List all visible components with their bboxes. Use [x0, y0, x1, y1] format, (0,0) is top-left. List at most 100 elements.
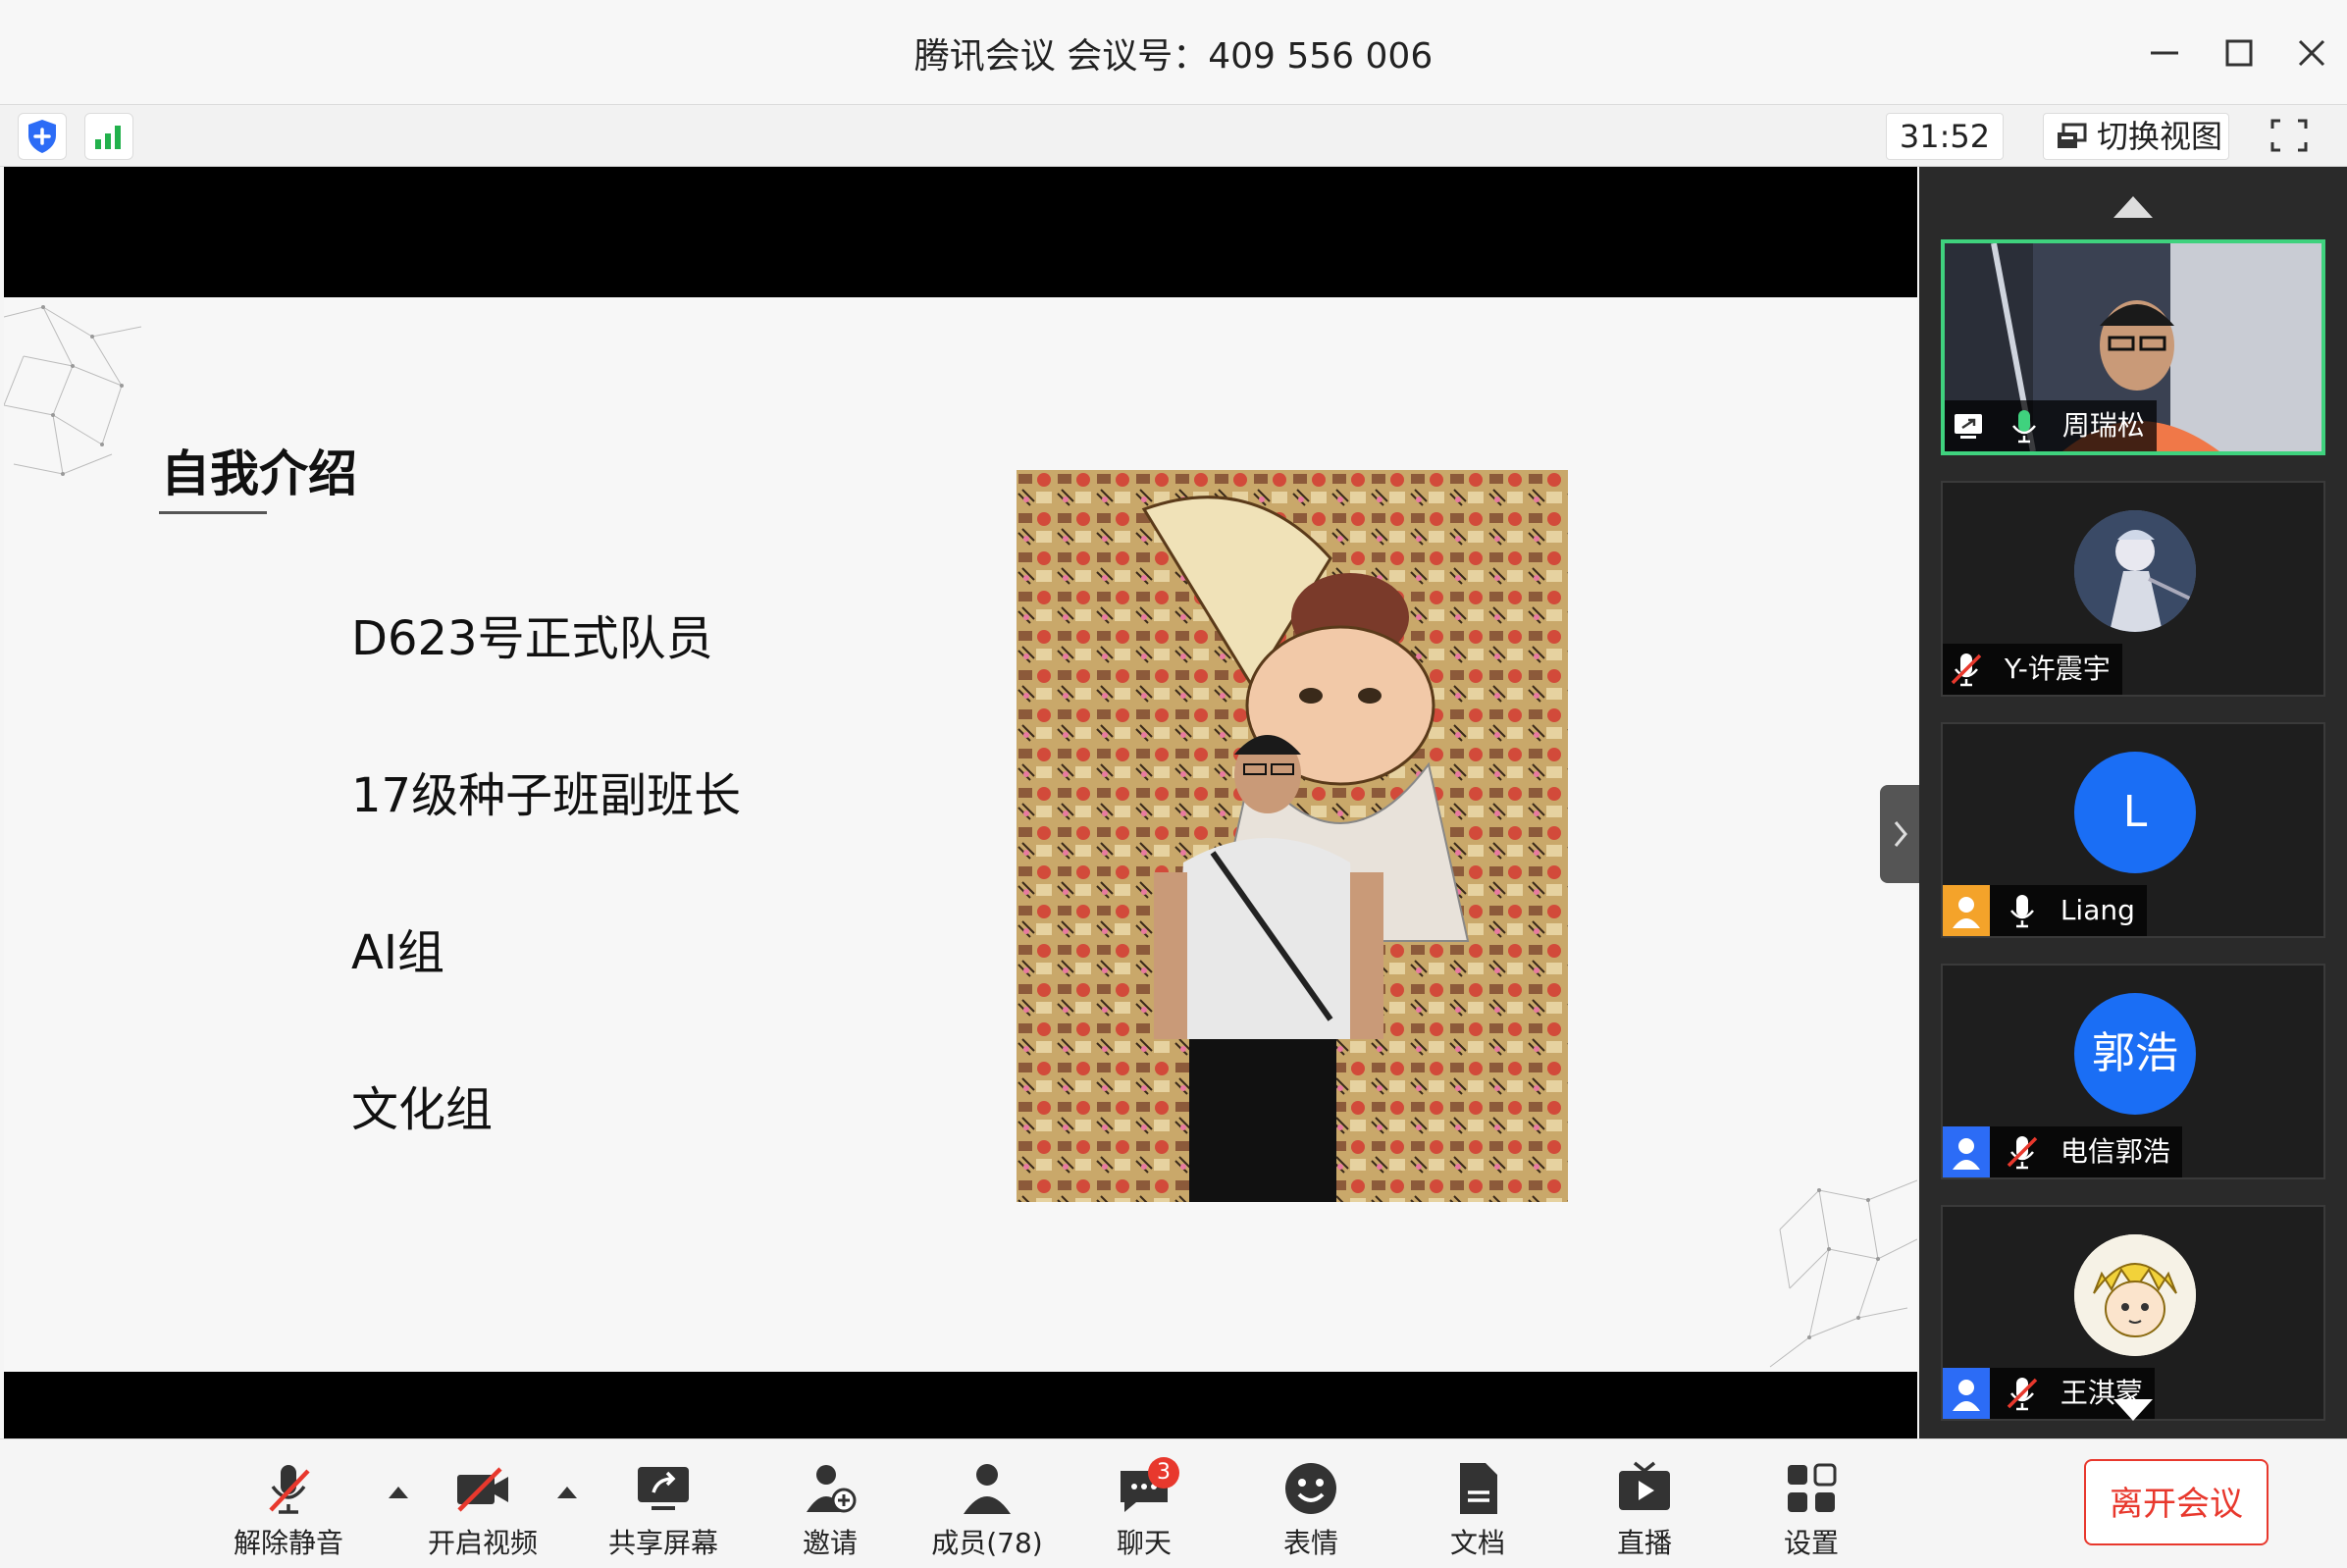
network-decoration-icon — [4, 305, 142, 476]
leave-meeting-button[interactable]: 离开会议 — [2084, 1459, 2269, 1545]
slide-title: 自我介绍 — [161, 445, 357, 502]
cartoon-avatar-icon — [2074, 1234, 2196, 1356]
network-signal-button[interactable] — [84, 113, 133, 160]
user-icon — [1943, 1368, 1990, 1419]
participant-tile[interactable]: 周瑞松 — [1941, 239, 2325, 455]
user-icon — [964, 1464, 1011, 1514]
expand-panel-button[interactable] — [1880, 785, 1921, 883]
avatar — [2074, 1234, 2196, 1356]
chevron-right-icon — [1894, 821, 1907, 847]
fullscreen-button[interactable] — [2265, 113, 2314, 158]
avatar — [2074, 510, 2196, 632]
participant-name: 电信郭浩 — [2060, 1135, 2170, 1168]
scroll-up-button[interactable] — [2110, 192, 2157, 222]
settings-button[interactable]: 设置 — [1752, 1457, 1870, 1559]
close-icon — [2298, 39, 2325, 67]
participant-tile[interactable]: Y-许震宇 — [1941, 481, 2325, 697]
slide-photo — [1017, 470, 1568, 1202]
avatar: 郭浩 — [2074, 993, 2196, 1115]
video-options-caret-icon[interactable] — [553, 1481, 581, 1502]
shared-screen-area: 自我介绍 D623号正式队员 17级种子班副班长 AI组 文化组 — [4, 167, 1921, 1438]
live-stream-button[interactable]: 直播 — [1586, 1457, 1703, 1559]
meeting-toolbar: 31:52 切换视图 — [0, 105, 2347, 167]
anime-avatar-icon — [2074, 510, 2196, 632]
live-stream-label: 直播 — [1616, 1527, 1672, 1559]
participant-tile[interactable]: 郭浩 电信郭浩 — [1941, 964, 2325, 1179]
camera-off-icon — [457, 1467, 508, 1512]
slide-bullet: D623号正式队员 — [351, 611, 713, 666]
document-icon — [1460, 1463, 1497, 1514]
maximize-icon — [2225, 39, 2253, 67]
documents-button[interactable]: 文档 — [1419, 1457, 1537, 1559]
start-video-button[interactable]: 开启视频 — [424, 1457, 542, 1559]
grid-settings-icon — [1788, 1463, 1837, 1512]
microphone-muted-icon — [1943, 644, 1990, 695]
participants-video-panel: 周瑞松 Y-许震宇 L Liang 郭浩 电信郭浩 王淇蒙 — [1919, 167, 2347, 1438]
participant-tile[interactable]: L Liang — [1941, 722, 2325, 938]
microphone-on-icon — [2001, 400, 2048, 451]
chat-unread-badge: 3 — [1148, 1457, 1179, 1489]
triangle-down-icon — [2113, 1399, 2153, 1421]
fullscreen-icon — [2270, 119, 2308, 152]
chat-label: 聊天 — [1116, 1527, 1172, 1559]
microphone-muted-icon — [1999, 1368, 2046, 1419]
start-video-label: 开启视频 — [427, 1527, 538, 1559]
settings-label: 设置 — [1783, 1527, 1839, 1559]
chat-button[interactable]: 3 聊天 — [1085, 1457, 1203, 1559]
members-label: 成员(78) — [931, 1527, 1043, 1559]
avatar: L — [2074, 752, 2196, 873]
security-button[interactable] — [18, 113, 67, 160]
meeting-control-bar: 解除静音 开启视频 共享屏幕 邀请 成员(78) 3 聊天 表情 文档 直播 设… — [0, 1438, 2347, 1568]
scroll-down-button[interactable] — [2110, 1395, 2157, 1425]
meeting-timer: 31:52 — [1886, 113, 2004, 160]
audio-options-caret-icon[interactable] — [385, 1481, 412, 1502]
participant-name: Liang — [2060, 894, 2135, 926]
members-button[interactable]: 成员(78) — [928, 1457, 1046, 1559]
unmute-button[interactable]: 解除静音 — [230, 1457, 347, 1559]
portrait-photo-icon — [1017, 470, 1568, 1202]
participant-name-bar: 电信郭浩 — [1943, 1126, 2182, 1177]
live-stream-icon — [1619, 1461, 1670, 1510]
microphone-on-icon — [1999, 885, 2046, 936]
participant-tile[interactable]: 王淇蒙 — [1941, 1205, 2325, 1421]
participant-name-bar: Liang — [1943, 885, 2147, 936]
minimize-icon — [2151, 51, 2178, 55]
reactions-button[interactable]: 表情 — [1252, 1457, 1370, 1559]
title-bar: 腾讯会议 会议号：409 556 006 — [0, 0, 2347, 105]
share-screen-icon — [638, 1467, 689, 1510]
close-button[interactable] — [2292, 33, 2331, 73]
presentation-slide: 自我介绍 D623号正式队员 17级种子班副班长 AI组 文化组 — [4, 297, 1917, 1372]
window-title: 腾讯会议 会议号：409 556 006 — [913, 36, 1434, 77]
microphone-muted-icon — [269, 1465, 310, 1514]
unmute-label: 解除静音 — [233, 1527, 343, 1559]
participant-name: 周瑞松 — [2061, 409, 2145, 442]
slide-bullet: AI组 — [351, 925, 444, 980]
slide-bullet: 文化组 — [351, 1082, 494, 1137]
signal-bars-icon — [95, 126, 121, 149]
title-underline — [159, 511, 267, 514]
switch-view-icon — [2058, 123, 2087, 148]
triangle-up-icon — [2113, 196, 2153, 218]
maximize-button[interactable] — [2219, 33, 2259, 73]
invite-button[interactable]: 邀请 — [771, 1457, 889, 1559]
network-decoration-icon — [1769, 1179, 1917, 1368]
share-screen-button[interactable]: 共享屏幕 — [604, 1457, 722, 1559]
documents-label: 文档 — [1449, 1527, 1505, 1559]
shield-icon — [28, 120, 56, 153]
user-icon — [1943, 1126, 1990, 1177]
share-screen-label: 共享屏幕 — [607, 1527, 718, 1559]
participant-name: Y-许震宇 — [2004, 653, 2111, 685]
minimize-button[interactable] — [2145, 33, 2184, 73]
user-icon — [1943, 885, 1990, 936]
switch-view-label: 切换视图 — [2097, 118, 2223, 155]
smiley-icon — [1285, 1463, 1336, 1514]
switch-view-button[interactable]: 切换视图 — [2043, 113, 2229, 160]
slide-bullet: 17级种子班副班长 — [351, 768, 742, 823]
participant-name-bar: Y-许震宇 — [1943, 644, 2122, 695]
microphone-muted-icon — [1999, 1126, 2046, 1177]
screen-share-icon — [1945, 400, 1992, 451]
invite-label: 邀请 — [802, 1527, 858, 1559]
participant-name-bar: 周瑞松 — [1945, 400, 2157, 451]
reactions-label: 表情 — [1282, 1527, 1338, 1559]
add-user-icon — [807, 1465, 857, 1513]
